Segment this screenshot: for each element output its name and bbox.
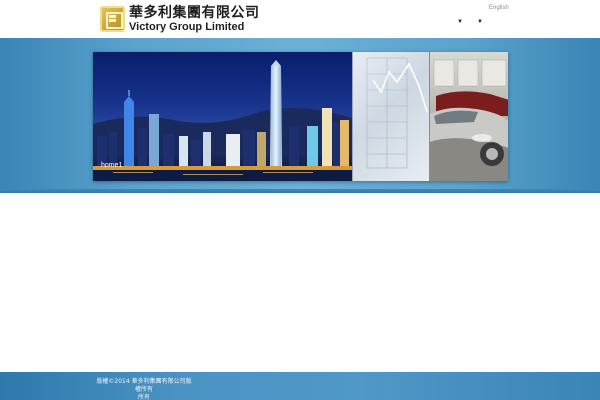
copyright-line-2: 所有 bbox=[137, 394, 150, 400]
skyline-illustration bbox=[93, 60, 352, 181]
logo-emblem-icon bbox=[100, 6, 125, 32]
logo-text: 華多利集團有限公司 Victory Group Limited bbox=[129, 6, 260, 33]
company-logo[interactable]: 華多利集團有限公司 Victory Group Limited bbox=[100, 4, 270, 34]
car-showroom-image bbox=[429, 52, 508, 181]
city-skyline-image: home1 bbox=[93, 52, 352, 181]
financial-chart-image bbox=[352, 52, 430, 181]
slide-caption: home1 bbox=[101, 162, 123, 169]
car-illustration bbox=[430, 59, 508, 181]
nav-dropdown-arrow-icon[interactable]: ▼ bbox=[457, 19, 463, 25]
logo-name-en: Victory Group Limited bbox=[129, 20, 245, 33]
site-header: 華多利集團有限公司 Victory Group Limited English … bbox=[0, 0, 600, 38]
banner-slideshow[interactable]: home1 bbox=[93, 52, 508, 181]
language-switch-link[interactable]: English bbox=[489, 5, 509, 11]
site-footer: 版權©2014 華多利集團有限公司版權所有 所有 bbox=[0, 372, 600, 400]
copyright-text: 版權©2014 華多利集團有限公司版權所有 所有 bbox=[94, 378, 194, 400]
chart-illustration bbox=[353, 52, 430, 181]
copyright-line-1: 版權©2014 華多利集團有限公司版權所有 bbox=[96, 378, 192, 393]
logo-name-cn: 華多利集團有限公司 bbox=[129, 4, 260, 21]
nav-dropdown-arrow-icon[interactable]: ▼ bbox=[477, 19, 483, 25]
